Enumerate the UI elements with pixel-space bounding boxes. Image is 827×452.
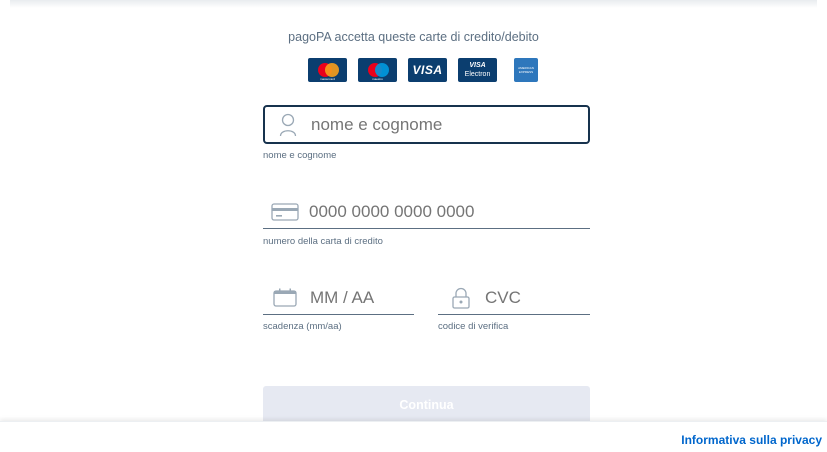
continue-button[interactable]: Continua	[263, 386, 590, 424]
name-field[interactable]	[263, 105, 590, 144]
visa-logo: VISA	[408, 58, 447, 82]
name-label: nome e cognome	[263, 150, 337, 161]
privacy-link[interactable]: Informativa sulla privacy	[681, 433, 822, 447]
lock-icon	[451, 287, 471, 309]
expiry-input[interactable]	[310, 287, 405, 308]
user-icon	[279, 113, 297, 137]
american-express-logo: AMERICAN EXPRESS	[514, 58, 538, 82]
cvc-input[interactable]	[485, 287, 575, 308]
expiry-label: scadenza (mm/aa)	[263, 321, 342, 332]
visa-electron-logo: VISA Electron	[458, 58, 497, 82]
card-number-input[interactable]	[309, 201, 569, 222]
cvc-label: codice di verifica	[438, 321, 509, 332]
accepted-cards-list: mastercard maestro VISA VISA Electron AM…	[308, 58, 538, 82]
mastercard-logo: mastercard	[308, 58, 347, 82]
accepted-cards-text: pagoPA accetta queste carte di credito/d…	[288, 30, 539, 44]
maestro-logo: maestro	[358, 58, 397, 82]
calendar-icon	[273, 288, 297, 308]
card-number-field[interactable]	[263, 195, 590, 229]
card-number-label: numero della carta di credito	[263, 236, 383, 247]
credit-card-icon	[271, 202, 299, 222]
cvc-field[interactable]	[438, 281, 590, 315]
footer: Informativa sulla privacy	[0, 421, 827, 452]
name-input[interactable]	[311, 114, 571, 135]
expiry-field[interactable]	[263, 281, 414, 315]
top-shadow	[10, 0, 817, 8]
